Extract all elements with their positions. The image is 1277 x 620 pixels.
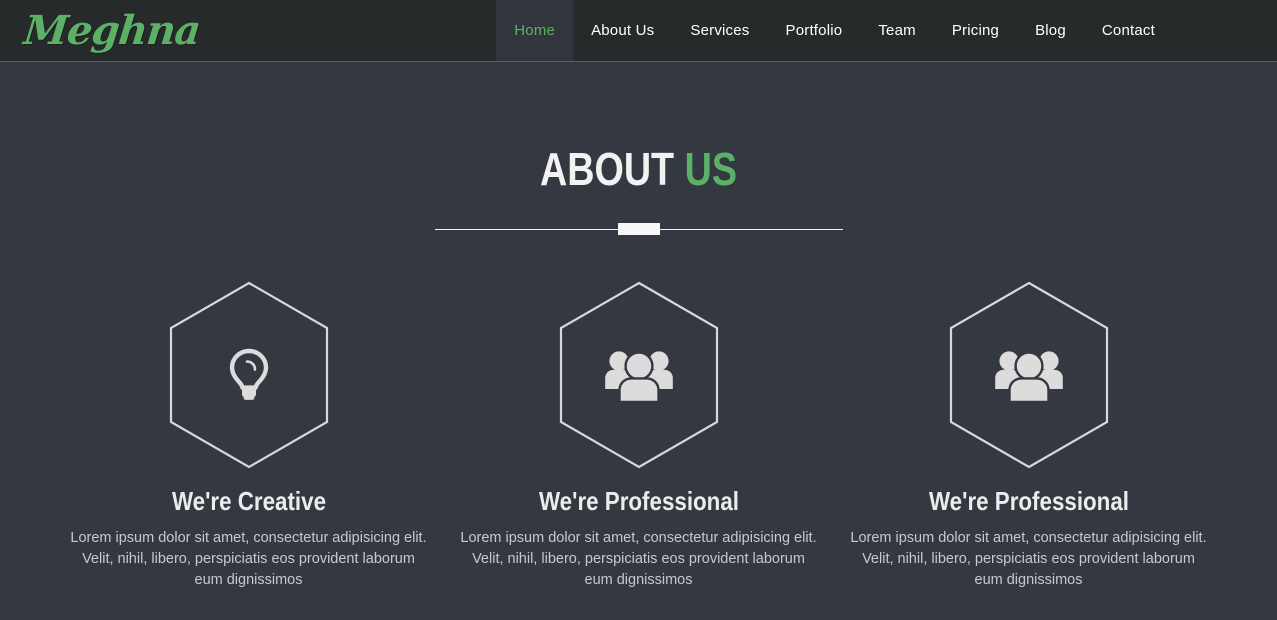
nav-item-home-label: Home xyxy=(514,22,556,39)
nav-item-team[interactable]: Team xyxy=(860,0,933,61)
nav-item-contact-label: Contact xyxy=(1101,22,1155,39)
nav-item-pricing-label: Pricing xyxy=(951,22,1000,39)
nav-item-about-us[interactable]: About Us xyxy=(573,0,672,61)
nav-item-services-label: Services xyxy=(690,22,750,39)
hexagon-frame xyxy=(444,279,834,471)
feature-card: We're Professional Lorem ipsum dolor sit… xyxy=(834,279,1224,591)
users-group-icon xyxy=(604,351,673,403)
nav-item-portfolio[interactable]: Portfolio xyxy=(768,0,861,61)
hexagon-frame xyxy=(834,279,1224,471)
brand-logo[interactable]: Meghna xyxy=(0,0,203,61)
section-title: ABOUT US xyxy=(115,146,1162,192)
feature-card-text: Lorem ipsum dolor sit amet, consectetur … xyxy=(460,529,817,588)
nav-item-blog[interactable]: Blog xyxy=(1017,0,1084,61)
feature-card: We're Creative Lorem ipsum dolor sit ame… xyxy=(54,279,444,591)
nav-item-home[interactable]: Home xyxy=(496,0,574,61)
feature-card: We're Professional Lorem ipsum dolor sit… xyxy=(444,279,834,591)
nav-item-contact[interactable]: Contact xyxy=(1084,0,1173,61)
nav-item-services[interactable]: Services xyxy=(672,0,767,61)
site-header: Meghna Home About Us Services Portfolio … xyxy=(0,0,1277,62)
main-navigation: Home About Us Services Portfolio Team Pr… xyxy=(496,0,1173,61)
nav-item-pricing[interactable]: Pricing xyxy=(934,0,1017,61)
feature-card-text: Lorem ipsum dolor sit amet, consectetur … xyxy=(70,529,427,588)
nav-item-about-us-label: About Us xyxy=(591,22,655,39)
feature-card-text: Lorem ipsum dolor sit amet, consectetur … xyxy=(850,529,1207,588)
hexagon-frame xyxy=(54,279,444,471)
title-divider xyxy=(434,223,843,235)
section-title-main: ABOUT xyxy=(539,143,675,195)
feature-card-title: We're Professional xyxy=(928,486,1129,516)
section-title-accent: US xyxy=(684,143,737,195)
brand-logo-text: Meghna xyxy=(21,6,203,54)
users-group-icon xyxy=(994,351,1063,403)
feature-card-title: We're Creative xyxy=(171,486,326,516)
nav-item-blog-label: Blog xyxy=(1035,22,1066,39)
feature-cards: We're Creative Lorem ipsum dolor sit ame… xyxy=(0,279,1277,591)
feature-card-title: We're Professional xyxy=(538,486,739,516)
divider-center-block xyxy=(617,223,660,235)
lightbulb-icon xyxy=(229,348,268,400)
nav-item-team-label: Team xyxy=(878,22,916,39)
about-section: ABOUT US We're Creative Lorem ipsum dolo… xyxy=(0,62,1277,591)
nav-item-portfolio-label: Portfolio xyxy=(785,22,843,39)
